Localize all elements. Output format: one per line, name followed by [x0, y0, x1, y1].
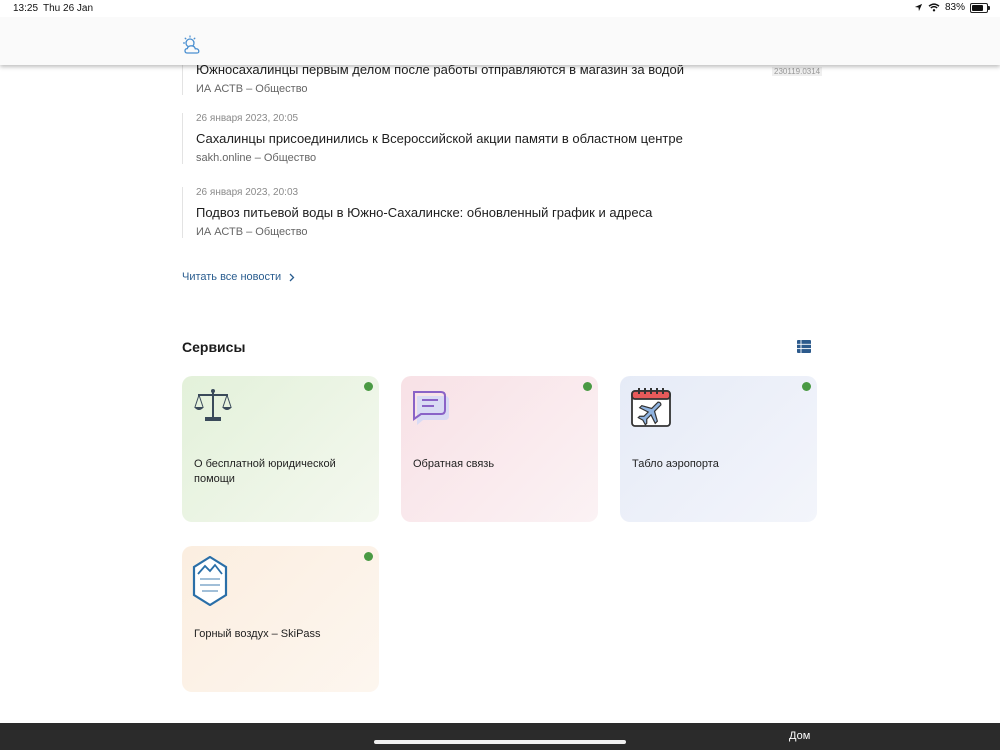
- calendar-plane-icon: [630, 386, 672, 428]
- news-date: 26 января 2023, 20:03: [196, 187, 299, 198]
- news-date: 26 января 2023, 20:05: [196, 113, 299, 124]
- status-dot: [583, 382, 592, 391]
- grid-view-icon[interactable]: [797, 340, 811, 353]
- home-indicator[interactable]: [374, 740, 626, 744]
- status-time: 13:25: [13, 3, 39, 14]
- battery-icon: [970, 2, 990, 13]
- status-bar: 13:25 Thu 26 Jan 83%: [0, 0, 1000, 17]
- service-card-feedback[interactable]: Обратная связь: [401, 376, 598, 522]
- news-item[interactable]: 26 января 2023, 20:03 Подвоз питьевой во…: [182, 187, 816, 238]
- news-item[interactable]: 26 января 2023, 20:05 Сахалинцы присоеди…: [182, 113, 816, 164]
- battery-percent: 83%: [944, 2, 965, 13]
- home-label[interactable]: Дом: [789, 730, 810, 742]
- news-title[interactable]: Подвоз питьевой воды в Южно-Сахалинске: …: [196, 205, 816, 220]
- services-title: Сервисы: [182, 339, 246, 355]
- bottom-bar: Дом: [0, 723, 1000, 750]
- scales-icon: [192, 386, 234, 428]
- news-source: sakh.online – Общество: [196, 152, 317, 164]
- status-date: Thu 26 Jan: [43, 3, 94, 14]
- location-icon: [914, 3, 923, 12]
- status-right: 83%: [914, 2, 990, 13]
- version-badge: 230119.0314: [772, 67, 823, 76]
- service-card-legal-aid[interactable]: О бесплатной юридической помощи: [182, 376, 379, 522]
- news-source: ИА АСТВ – Общество: [196, 83, 308, 95]
- chat-bubble-icon: [411, 386, 453, 428]
- news-title[interactable]: Сахалинцы присоединились к Всероссийской…: [196, 131, 816, 146]
- service-card-label: О бесплатной юридической помощи: [194, 458, 336, 485]
- wifi-icon: [928, 3, 940, 12]
- status-dot: [802, 382, 811, 391]
- status-dot: [364, 382, 373, 391]
- read-all-news-link[interactable]: Читать все новости: [182, 271, 295, 283]
- app-header: [0, 17, 1000, 65]
- status-dot: [364, 552, 373, 561]
- service-card-label: Обратная связь: [413, 458, 495, 470]
- partly-cloudy-icon[interactable]: [181, 35, 205, 57]
- service-card-skipass[interactable]: Горный воздух – SkiPass: [182, 546, 379, 692]
- service-card-label: Табло аэропорта: [632, 458, 719, 470]
- service-card-airport-board[interactable]: Табло аэропорта: [620, 376, 817, 522]
- mountain-air-logo: [192, 555, 228, 607]
- news-source: ИА АСТВ – Общество: [196, 226, 308, 238]
- service-card-label: Горный воздух – SkiPass: [194, 628, 321, 640]
- chevron-right-icon: [289, 273, 295, 281]
- read-all-news-label: Читать все новости: [182, 271, 282, 283]
